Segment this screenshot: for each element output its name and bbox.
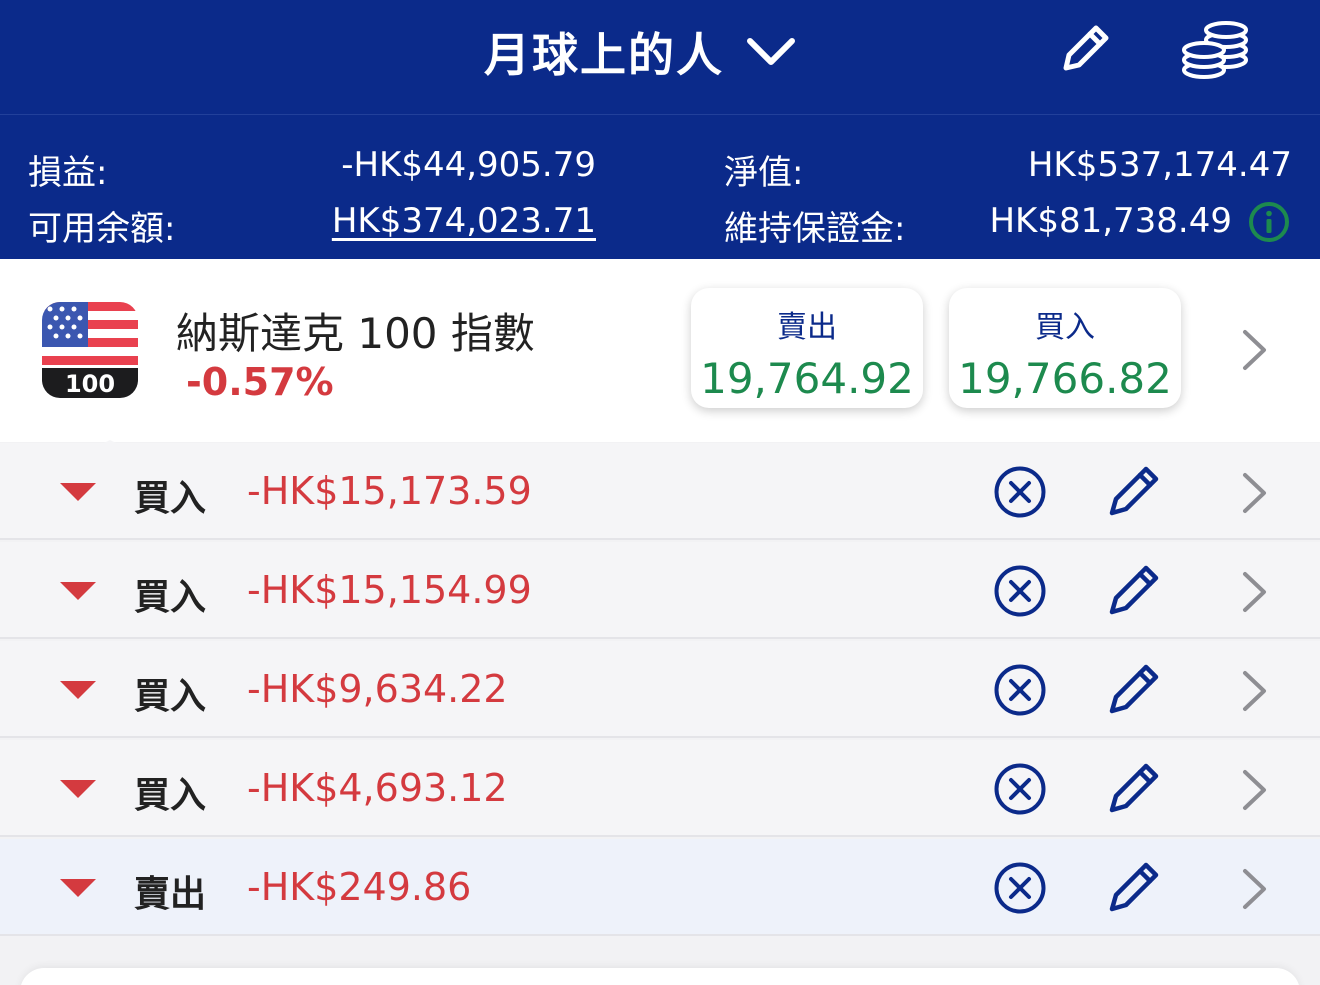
position-row[interactable]: 買入 -HK$15,173.59: [0, 443, 1320, 540]
sell-price: 19,764.92: [700, 354, 914, 403]
close-position-icon[interactable]: [993, 861, 1047, 915]
position-row[interactable]: 買入 -HK$15,154.99: [0, 542, 1320, 639]
chevron-right-icon[interactable]: [1238, 867, 1270, 911]
position-direction: 買入: [134, 478, 207, 519]
edit-position-icon[interactable]: [1106, 562, 1162, 618]
us-flag-icon: 100: [42, 302, 138, 398]
available-balance-label: 可用余額:: [28, 209, 176, 249]
position-pnl: -HK$15,173.59: [247, 469, 532, 513]
top-bar: 月球上的人: [0, 0, 1320, 114]
pencil-icon[interactable]: [1056, 22, 1112, 78]
maintenance-margin-value: HK$81,738.49: [989, 201, 1232, 241]
chevron-right-icon[interactable]: [1238, 471, 1270, 515]
position-direction: 賣出: [134, 874, 207, 915]
flag-index-label: 100: [64, 370, 116, 398]
loss-triangle-icon: [60, 879, 96, 897]
loss-triangle-icon: [60, 483, 96, 501]
equity-value: HK$537,174.47: [1027, 145, 1292, 185]
instrument-change: -0.57%: [186, 360, 334, 404]
position-direction: 買入: [134, 577, 207, 618]
chevron-right-icon[interactable]: [1238, 768, 1270, 812]
account-selector[interactable]: 月球上的人: [484, 20, 796, 84]
close-position-icon[interactable]: [993, 762, 1047, 816]
position-pnl: -HK$9,634.22: [247, 667, 508, 711]
pnl-value: -HK$44,905.79: [341, 145, 596, 185]
buy-price: 19,766.82: [958, 354, 1172, 403]
available-balance-link[interactable]: HK$374,023.71: [332, 201, 596, 241]
equity-label: 淨值:: [724, 153, 804, 193]
position-pnl: -HK$249.86: [247, 865, 472, 909]
maintenance-margin-label: 維持保證金:: [724, 209, 906, 249]
account-name: 月球上的人: [484, 28, 724, 82]
edit-position-icon[interactable]: [1106, 463, 1162, 519]
pnl-label: 損益:: [28, 153, 108, 193]
close-position-icon[interactable]: [993, 465, 1047, 519]
sell-label: 賣出: [777, 310, 837, 345]
chevron-right-icon[interactable]: [1238, 570, 1270, 614]
buy-label: 買入: [1035, 310, 1095, 345]
loss-triangle-icon: [60, 681, 96, 699]
coins-icon[interactable]: [1180, 14, 1252, 84]
chevron-right-icon[interactable]: [1238, 328, 1270, 372]
position-row[interactable]: 賣出 -HK$249.86: [0, 839, 1320, 936]
info-icon[interactable]: [1248, 201, 1290, 243]
next-instrument-card: [20, 968, 1300, 985]
instrument-name: 納斯達克 100 指數: [176, 309, 535, 358]
chevron-right-icon[interactable]: [1238, 669, 1270, 713]
loss-triangle-icon: [60, 780, 96, 798]
position-direction: 買入: [134, 775, 207, 816]
sell-price-button[interactable]: 賣出 19,764.92: [691, 288, 923, 408]
position-row[interactable]: 買入 -HK$4,693.12: [0, 740, 1320, 837]
position-pnl: -HK$15,154.99: [247, 568, 532, 612]
close-position-icon[interactable]: [993, 663, 1047, 717]
edit-position-icon[interactable]: [1106, 760, 1162, 816]
edit-position-icon[interactable]: [1106, 859, 1162, 915]
loss-triangle-icon: [60, 582, 96, 600]
account-summary: 損益: -HK$44,905.79 淨值: HK$537,174.47 可用余額…: [0, 114, 1320, 259]
position-direction: 買入: [134, 676, 207, 717]
position-row[interactable]: 買入 -HK$9,634.22: [0, 641, 1320, 738]
buy-price-button[interactable]: 買入 19,766.82: [949, 288, 1181, 408]
close-position-icon[interactable]: [993, 564, 1047, 618]
position-pnl: -HK$4,693.12: [247, 766, 508, 810]
edit-position-icon[interactable]: [1106, 661, 1162, 717]
chevron-down-icon: [747, 38, 795, 65]
